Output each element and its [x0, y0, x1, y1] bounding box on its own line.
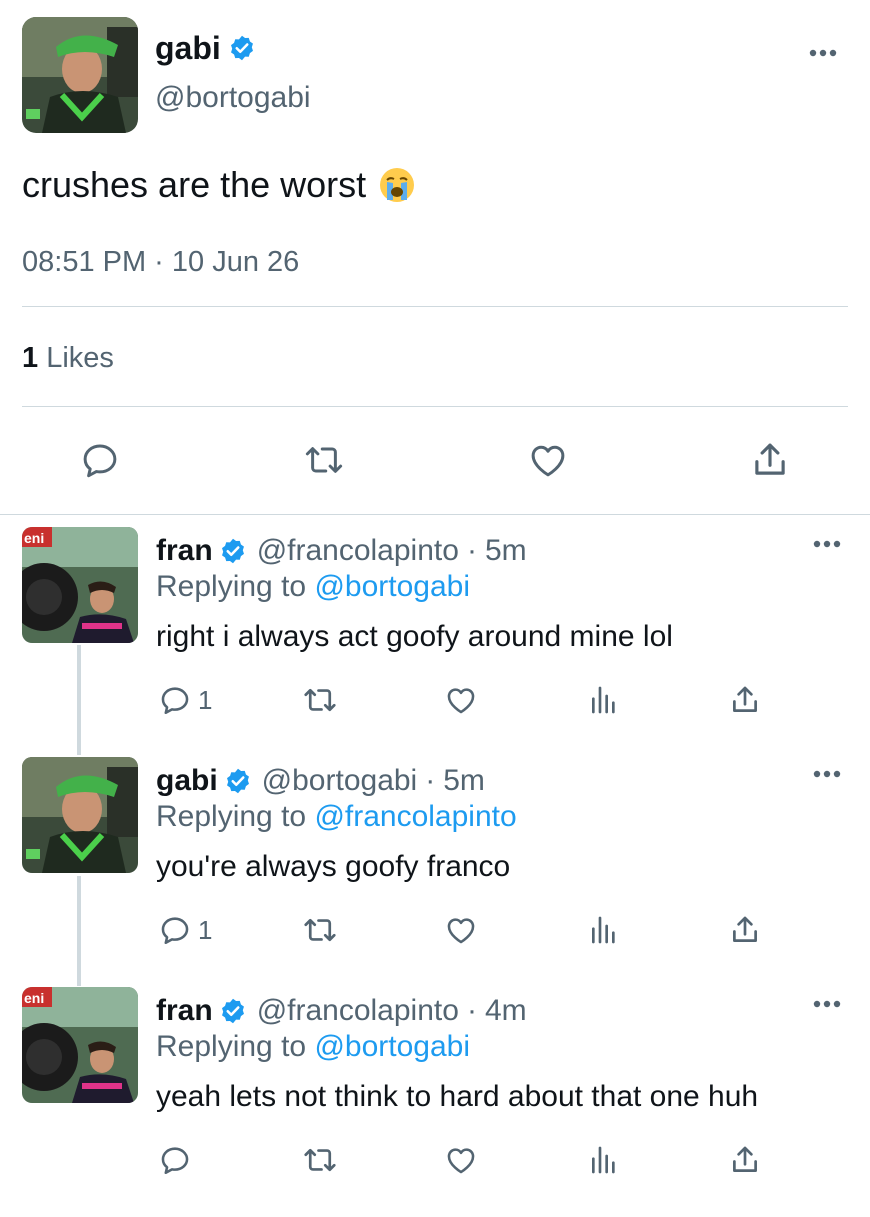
author-handle[interactable]: @francolapinto	[257, 533, 459, 569]
separator-dot: ·	[425, 764, 436, 797]
author-name[interactable]: gabi	[156, 763, 218, 799]
verified-badge-icon	[219, 537, 247, 565]
tweet-timestamp[interactable]: 08:51 PM · 10 Jun 26	[22, 244, 299, 280]
analytics-icon	[588, 1144, 620, 1176]
svg-text:eni: eni	[24, 530, 44, 546]
share-icon	[728, 683, 762, 717]
retweet-icon	[300, 912, 340, 948]
divider	[22, 406, 848, 407]
more-options-icon[interactable]	[812, 769, 842, 779]
likes-count[interactable]: 1 Likes	[22, 340, 114, 376]
reply-text: yeah lets not think to hard about that o…	[156, 1080, 759, 1113]
reply-time[interactable]: 5m	[443, 763, 485, 799]
like-icon	[526, 439, 570, 481]
replying-to-label: Replying to	[156, 800, 307, 833]
separator-dot: ·	[466, 534, 477, 567]
reply-header: gabi @bortogabi · 5m	[156, 763, 485, 799]
retweet-button[interactable]	[302, 438, 346, 482]
reply-button[interactable]	[158, 1142, 198, 1178]
reply-header: fran @francolapinto · 5m	[156, 533, 527, 569]
share-icon	[749, 439, 791, 481]
loudly-crying-face-emoji-icon	[378, 166, 416, 204]
author-handle[interactable]: @francolapinto	[257, 993, 459, 1029]
avatar[interactable]: eni	[22, 527, 138, 643]
like-icon	[443, 913, 479, 947]
retweet-button[interactable]	[300, 682, 340, 718]
reply-button[interactable]: 1	[158, 912, 212, 948]
like-icon	[443, 683, 479, 717]
more-options-icon[interactable]	[812, 999, 842, 1009]
reply-time[interactable]: 4m	[485, 993, 527, 1029]
reply-icon	[79, 439, 121, 481]
likes-number: 1	[22, 342, 39, 374]
author-name[interactable]: fran	[156, 533, 213, 569]
verified-badge-icon	[224, 767, 252, 795]
retweet-icon	[300, 682, 340, 718]
like-button[interactable]	[443, 912, 479, 948]
like-button[interactable]	[526, 438, 570, 482]
reply-tweet[interactable]: eni fran @francolapinto · 5m Replying to…	[0, 527, 870, 757]
retweet-button[interactable]	[300, 912, 340, 948]
replying-to: Replying to @bortogabi	[156, 569, 470, 605]
reply-icon	[158, 683, 192, 717]
analytics-button[interactable]	[588, 1142, 620, 1178]
share-icon	[728, 913, 762, 947]
analytics-button[interactable]	[588, 912, 620, 948]
like-button[interactable]	[443, 682, 479, 718]
tweet-text: crushes are the worst	[22, 164, 416, 206]
replying-to-mention[interactable]: @francolapinto	[314, 800, 516, 833]
share-button[interactable]	[728, 682, 762, 718]
reply-icon	[158, 913, 192, 947]
replying-to-label: Replying to	[156, 570, 307, 603]
reply-button[interactable]	[78, 438, 122, 482]
replying-to: Replying to @francolapinto	[156, 799, 517, 835]
reply-text: right i always act goofy around mine lol	[156, 620, 673, 653]
reply-time[interactable]: 5m	[485, 533, 527, 569]
more-options-icon[interactable]	[812, 539, 842, 549]
divider	[22, 306, 848, 307]
avatar[interactable]: eni	[22, 987, 138, 1103]
analytics-button[interactable]	[588, 682, 620, 718]
share-icon	[728, 1143, 762, 1177]
separator-dot: ·	[466, 994, 477, 1027]
avatar[interactable]	[22, 17, 138, 133]
author-name-text[interactable]: gabi	[155, 30, 221, 66]
author-name[interactable]: gabi	[155, 30, 256, 66]
reply-text: you're always goofy franco	[156, 850, 511, 883]
share-button[interactable]	[748, 438, 792, 482]
like-icon	[443, 1143, 479, 1177]
reply-icon	[158, 1143, 192, 1177]
author-name[interactable]: fran	[156, 993, 213, 1029]
more-options-icon[interactable]	[808, 48, 838, 58]
verified-badge-icon	[228, 34, 256, 62]
reply-count: 1	[198, 684, 213, 715]
divider	[0, 514, 870, 515]
author-handle[interactable]: @bortogabi	[155, 80, 311, 116]
svg-text:eni: eni	[24, 990, 44, 1006]
analytics-icon	[588, 684, 620, 716]
replying-to-mention[interactable]: @bortogabi	[314, 570, 470, 603]
avatar[interactable]	[22, 757, 138, 873]
reply-tweet[interactable]: gabi @bortogabi · 5m Replying to @franco…	[0, 757, 870, 987]
reply-tweet[interactable]: eni fran @francolapinto · 4m Replying to…	[0, 987, 870, 1217]
retweet-icon	[300, 1142, 340, 1178]
reply-header: fran @francolapinto · 4m	[156, 993, 527, 1029]
replying-to: Replying to @bortogabi	[156, 1029, 470, 1065]
reply-button[interactable]: 1	[158, 682, 212, 718]
share-button[interactable]	[728, 1142, 762, 1178]
like-button[interactable]	[443, 1142, 479, 1178]
replying-to-mention[interactable]: @bortogabi	[314, 1030, 470, 1063]
share-button[interactable]	[728, 912, 762, 948]
verified-badge-icon	[219, 997, 247, 1025]
tweet-text-content: crushes are the worst	[22, 164, 367, 205]
author-handle[interactable]: @bortogabi	[262, 763, 418, 799]
analytics-icon	[588, 914, 620, 946]
retweet-icon	[301, 439, 347, 481]
likes-label: Likes	[46, 342, 114, 374]
replying-to-label: Replying to	[156, 1030, 307, 1063]
retweet-button[interactable]	[300, 1142, 340, 1178]
reply-count: 1	[198, 914, 213, 945]
